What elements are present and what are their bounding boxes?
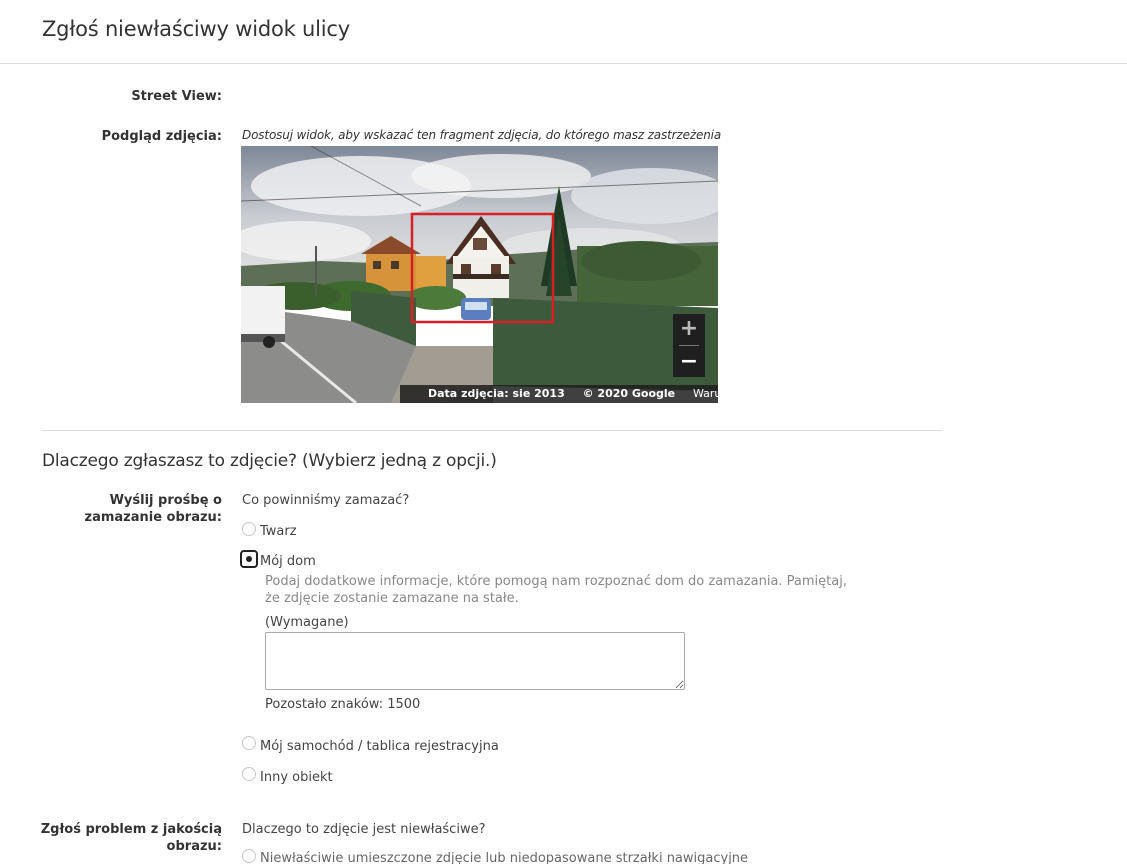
section-divider [42, 430, 942, 431]
option-misplaced-label[interactable]: Niewłaściwie umieszczone zdjęcie lub nie… [260, 850, 748, 864]
house-details-textarea[interactable] [265, 632, 685, 690]
blur-request-label-line1: Wyślij prośbę o [109, 493, 222, 508]
option-misplaced-radio[interactable] [242, 849, 256, 863]
quality-problem-label-line2: obrazu: [166, 839, 222, 854]
reason-title: Dlaczego zgłaszasz to zdjęcie? (Wybierz … [42, 451, 497, 471]
blur-request-label: Wyślij prośbę o zamazanie obrazu: [0, 492, 223, 526]
blur-request-label-line2: zamazanie obrazu: [84, 510, 223, 525]
option-face-label[interactable]: Twarz [260, 523, 297, 540]
preview-hint: Dostosuj widok, aby wskazać ten fragment… [242, 128, 722, 142]
quality-problem-label-line1: Zgłoś problem z jakością [40, 822, 222, 837]
copyright: © 2020 Google [582, 387, 676, 400]
house-description-line1: Podaj dodatkowe informacje, które pomogą… [265, 574, 847, 589]
street-view-label: Street View: [131, 89, 222, 104]
option-car-radio[interactable] [242, 736, 256, 750]
zoom-control: + − [673, 314, 705, 377]
option-house-label[interactable]: Mój dom [260, 553, 316, 570]
house-description: Podaj dodatkowe informacje, które pomogą… [265, 573, 895, 607]
quality-question: Dlaczego to zdjęcie jest niewłaściwe? [242, 822, 486, 837]
option-other-label[interactable]: Inny obiekt [260, 769, 333, 786]
option-car-label[interactable]: Mój samochód / tablica rejestracyjna [260, 738, 499, 755]
option-house-radio[interactable] [240, 550, 258, 568]
page-title: Zgłoś niewłaściwy widok ulicy [42, 17, 351, 41]
map-attribution: Data zdjęcia: sie 2013 © 2020 Google War… [400, 385, 738, 403]
photo-date: Data zdjęcia: sie 2013 [428, 387, 565, 400]
zoom-in-button[interactable]: + [673, 314, 705, 344]
house-description-line2: że zdjęcie zostanie zamazane na stałe. [265, 591, 519, 606]
terms-link[interactable]: Warunki [693, 387, 738, 400]
street-photo[interactable] [241, 146, 718, 403]
option-face-radio[interactable] [242, 522, 256, 536]
remaining-characters: Pozostało znaków: 1500 [265, 697, 421, 712]
blur-question: Co powinniśmy zamazać? [242, 493, 410, 508]
zoom-out-button[interactable]: − [673, 347, 705, 377]
required-note: (Wymagane) [265, 615, 349, 630]
street-view-preview[interactable] [241, 146, 718, 403]
option-other-radio[interactable] [242, 767, 256, 781]
header-divider [0, 63, 1127, 64]
zoom-separator [679, 345, 699, 346]
preview-label: Podgląd zdjęcia: [101, 129, 222, 144]
quality-problem-label: Zgłoś problem z jakością obrazu: [0, 821, 222, 855]
